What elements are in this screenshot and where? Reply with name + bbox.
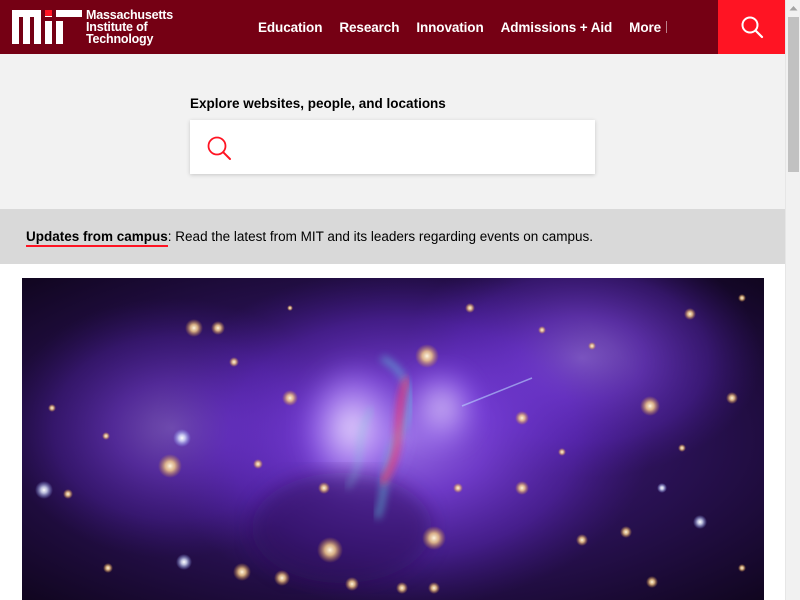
search-icon — [207, 136, 231, 160]
hero-image-art — [22, 278, 764, 600]
alert-message: Updates from campus: Read the latest fro… — [26, 229, 594, 247]
scroll-thumb[interactable] — [788, 17, 799, 172]
search-label: Explore websites, people, and locations — [190, 96, 446, 111]
nav-more-label: More — [629, 19, 662, 35]
alert-body-text: : Read the latest from MIT and its leade… — [167, 229, 594, 244]
alert-banner: Updates from campus: Read the latest fro… — [0, 209, 785, 264]
nav-item-more[interactable]: More — [629, 19, 668, 35]
site-search-section: Explore websites, people, and locations — [0, 54, 785, 209]
site-header: Massachusetts Institute of Technology Ed… — [0, 0, 785, 54]
nav-divider — [666, 21, 668, 33]
main-nav: Education Research Innovation Admissions… — [258, 0, 684, 54]
page-scrollbar[interactable] — [785, 0, 800, 600]
search-box[interactable] — [190, 120, 595, 174]
search-input[interactable] — [242, 120, 582, 174]
logo-line: Technology — [86, 32, 154, 46]
header-search-button[interactable] — [718, 0, 785, 54]
updates-from-campus-link[interactable]: Updates from campus — [26, 229, 168, 247]
scroll-up-arrow[interactable] — [786, 0, 800, 15]
logo-wordmark[interactable]: Massachusetts Institute of Technology — [86, 9, 173, 46]
nav-item-education[interactable]: Education — [258, 20, 322, 35]
nav-item-research[interactable]: Research — [339, 20, 399, 35]
chevron-up-icon — [789, 5, 798, 10]
nav-item-innovation[interactable]: Innovation — [416, 20, 483, 35]
search-icon — [741, 16, 763, 39]
mit-logo[interactable] — [12, 10, 82, 44]
galaxy-cluster-image[interactable] — [22, 278, 764, 600]
nav-item-admissions[interactable]: Admissions + Aid — [501, 20, 613, 35]
